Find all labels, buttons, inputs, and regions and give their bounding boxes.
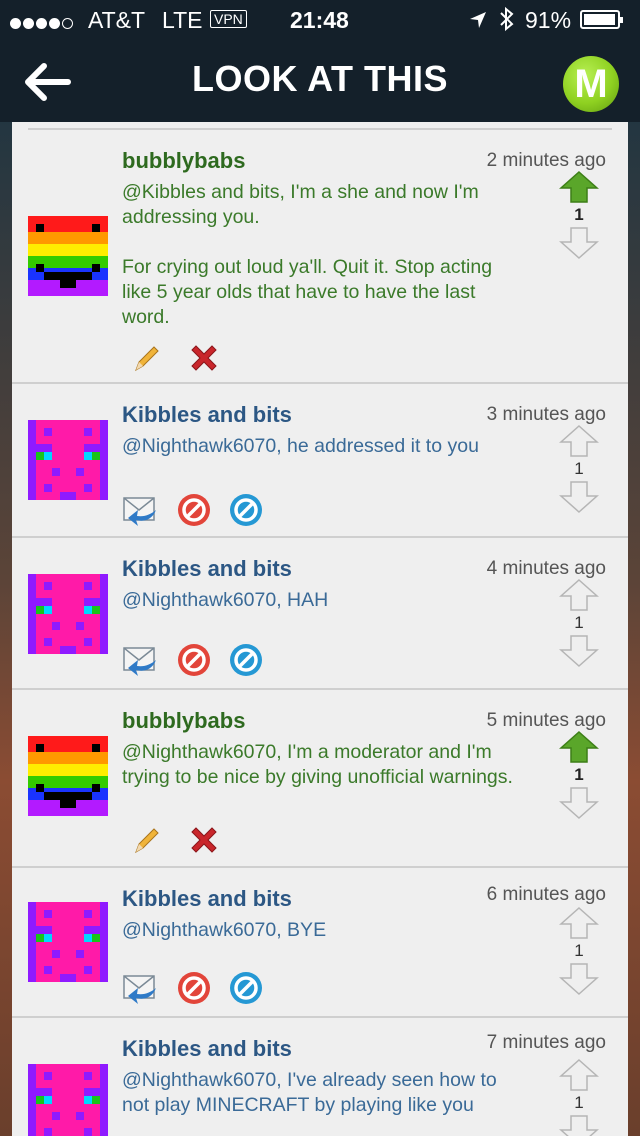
downvote-arrow-icon[interactable]	[557, 634, 601, 668]
edit-pencil-icon[interactable]	[128, 822, 164, 858]
comment-text: @Kibbles and bits, I'm a she and now I'm…	[122, 181, 479, 228]
block-icon[interactable]	[176, 970, 212, 1006]
upvote-arrow-icon[interactable]	[557, 1058, 601, 1092]
battery-percent: 91%	[525, 7, 572, 33]
location-arrow-icon	[468, 9, 488, 36]
vote-count: 1	[574, 459, 584, 478]
app-logo-button[interactable]: M	[563, 56, 619, 112]
battery-icon	[580, 10, 623, 29]
comment-timestamp: 6 minutes ago	[486, 884, 606, 905]
vote-count: 1	[574, 613, 584, 632]
vote-control: 1	[557, 730, 601, 820]
comment-item: Kibbles and bits 7 minutes ago @Nighthaw…	[12, 1018, 628, 1136]
upvote-arrow-icon[interactable]	[557, 170, 601, 204]
ignore-icon[interactable]	[228, 642, 264, 678]
comment-text: @Nighthawk6070, BYE	[122, 919, 327, 941]
comment-text: @Nighthawk6070, I've already seen how to…	[122, 1069, 497, 1116]
vote-count: 1	[574, 205, 584, 224]
comment-body: @Nighthawk6070, BYE	[122, 918, 522, 943]
comment-item: Kibbles and bits 3 minutes ago @Nighthaw…	[12, 384, 628, 538]
downvote-arrow-icon[interactable]	[557, 226, 601, 260]
ignore-icon[interactable]	[228, 970, 264, 1006]
vote-control: 1	[557, 906, 601, 996]
comment-feed[interactable]: bubblybabs 2 minutes ago @Kibbles and bi…	[12, 122, 628, 1136]
reply-mail-icon[interactable]	[122, 642, 158, 678]
comment-item: Kibbles and bits 6 minutes ago @Nighthaw…	[12, 868, 628, 1018]
comment-username[interactable]: bubblybabs	[122, 708, 245, 734]
upvote-arrow-icon[interactable]	[557, 424, 601, 458]
page-title: LOOK AT THIS	[192, 58, 448, 99]
comment-username[interactable]: Kibbles and bits	[122, 556, 292, 582]
comment-item: Kibbles and bits 4 minutes ago @Nighthaw…	[12, 538, 628, 690]
signal-strength-icon	[10, 8, 75, 35]
comment-username[interactable]: Kibbles and bits	[122, 402, 292, 428]
avatar	[28, 736, 108, 816]
navigation-bar: LOOK AT THIS M	[0, 40, 640, 122]
comment-timestamp: 5 minutes ago	[486, 710, 606, 731]
block-icon[interactable]	[176, 492, 212, 528]
comment-body: @Kibbles and bits, I'm a she and now I'm…	[122, 180, 522, 330]
avatar	[28, 216, 108, 296]
comment-username[interactable]: Kibbles and bits	[122, 1036, 292, 1062]
delete-x-icon[interactable]	[186, 822, 222, 858]
comment-text: @Nighthawk6070, HAH	[122, 589, 329, 611]
avatar	[28, 902, 108, 982]
status-bar: AT&T LTE VPN 21:48 91%	[0, 0, 640, 40]
downvote-arrow-icon[interactable]	[557, 962, 601, 996]
avatar	[28, 420, 108, 500]
vote-count: 1	[574, 941, 584, 960]
network-label: LTE	[162, 7, 203, 33]
comment-timestamp: 7 minutes ago	[486, 1032, 606, 1053]
upvote-arrow-icon[interactable]	[557, 578, 601, 612]
vote-count: 1	[574, 1093, 584, 1112]
bluetooth-icon	[498, 6, 516, 38]
vote-control: 1	[557, 1058, 601, 1136]
reply-mail-icon[interactable]	[122, 492, 158, 528]
downvote-arrow-icon[interactable]	[557, 786, 601, 820]
comment-body: @Nighthawk6070, I've already seen how to…	[122, 1068, 522, 1118]
clock: 21:48	[290, 7, 349, 33]
comment-text: For crying out loud ya'll. Quit it. Stop…	[122, 256, 493, 328]
comment-timestamp: 2 minutes ago	[486, 150, 606, 171]
comment-body: @Nighthawk6070, I'm a moderator and I'm …	[122, 740, 522, 790]
reply-mail-icon[interactable]	[122, 970, 158, 1006]
comment-username[interactable]: bubblybabs	[122, 148, 245, 174]
downvote-arrow-icon[interactable]	[557, 1114, 601, 1136]
upvote-arrow-icon[interactable]	[557, 730, 601, 764]
comment-username[interactable]: Kibbles and bits	[122, 886, 292, 912]
vote-control: 1	[557, 578, 601, 668]
comment-body: @Nighthawk6070, HAH	[122, 588, 522, 613]
carrier-label: AT&T	[88, 7, 146, 33]
comment-item: bubblybabs 5 minutes ago @Nighthawk6070,…	[12, 690, 628, 868]
comment-timestamp: 4 minutes ago	[486, 558, 606, 579]
ignore-icon[interactable]	[228, 492, 264, 528]
vpn-badge: VPN	[210, 10, 247, 28]
comment-item: bubblybabs 2 minutes ago @Kibbles and bi…	[12, 130, 628, 384]
downvote-arrow-icon[interactable]	[557, 480, 601, 514]
comment-timestamp: 3 minutes ago	[486, 404, 606, 425]
comment-body: @Nighthawk6070, he addressed it to you	[122, 434, 522, 459]
vote-count: 1	[574, 765, 584, 784]
avatar	[28, 574, 108, 654]
comment-text: @Nighthawk6070, he addressed it to you	[122, 435, 479, 457]
comment-text: @Nighthawk6070, I'm a moderator and I'm …	[122, 741, 513, 788]
vote-control: 1	[557, 170, 601, 260]
upvote-arrow-icon[interactable]	[557, 906, 601, 940]
edit-pencil-icon[interactable]	[128, 340, 164, 376]
vote-control: 1	[557, 424, 601, 514]
avatar	[28, 1064, 108, 1136]
block-icon[interactable]	[176, 642, 212, 678]
delete-x-icon[interactable]	[186, 340, 222, 376]
